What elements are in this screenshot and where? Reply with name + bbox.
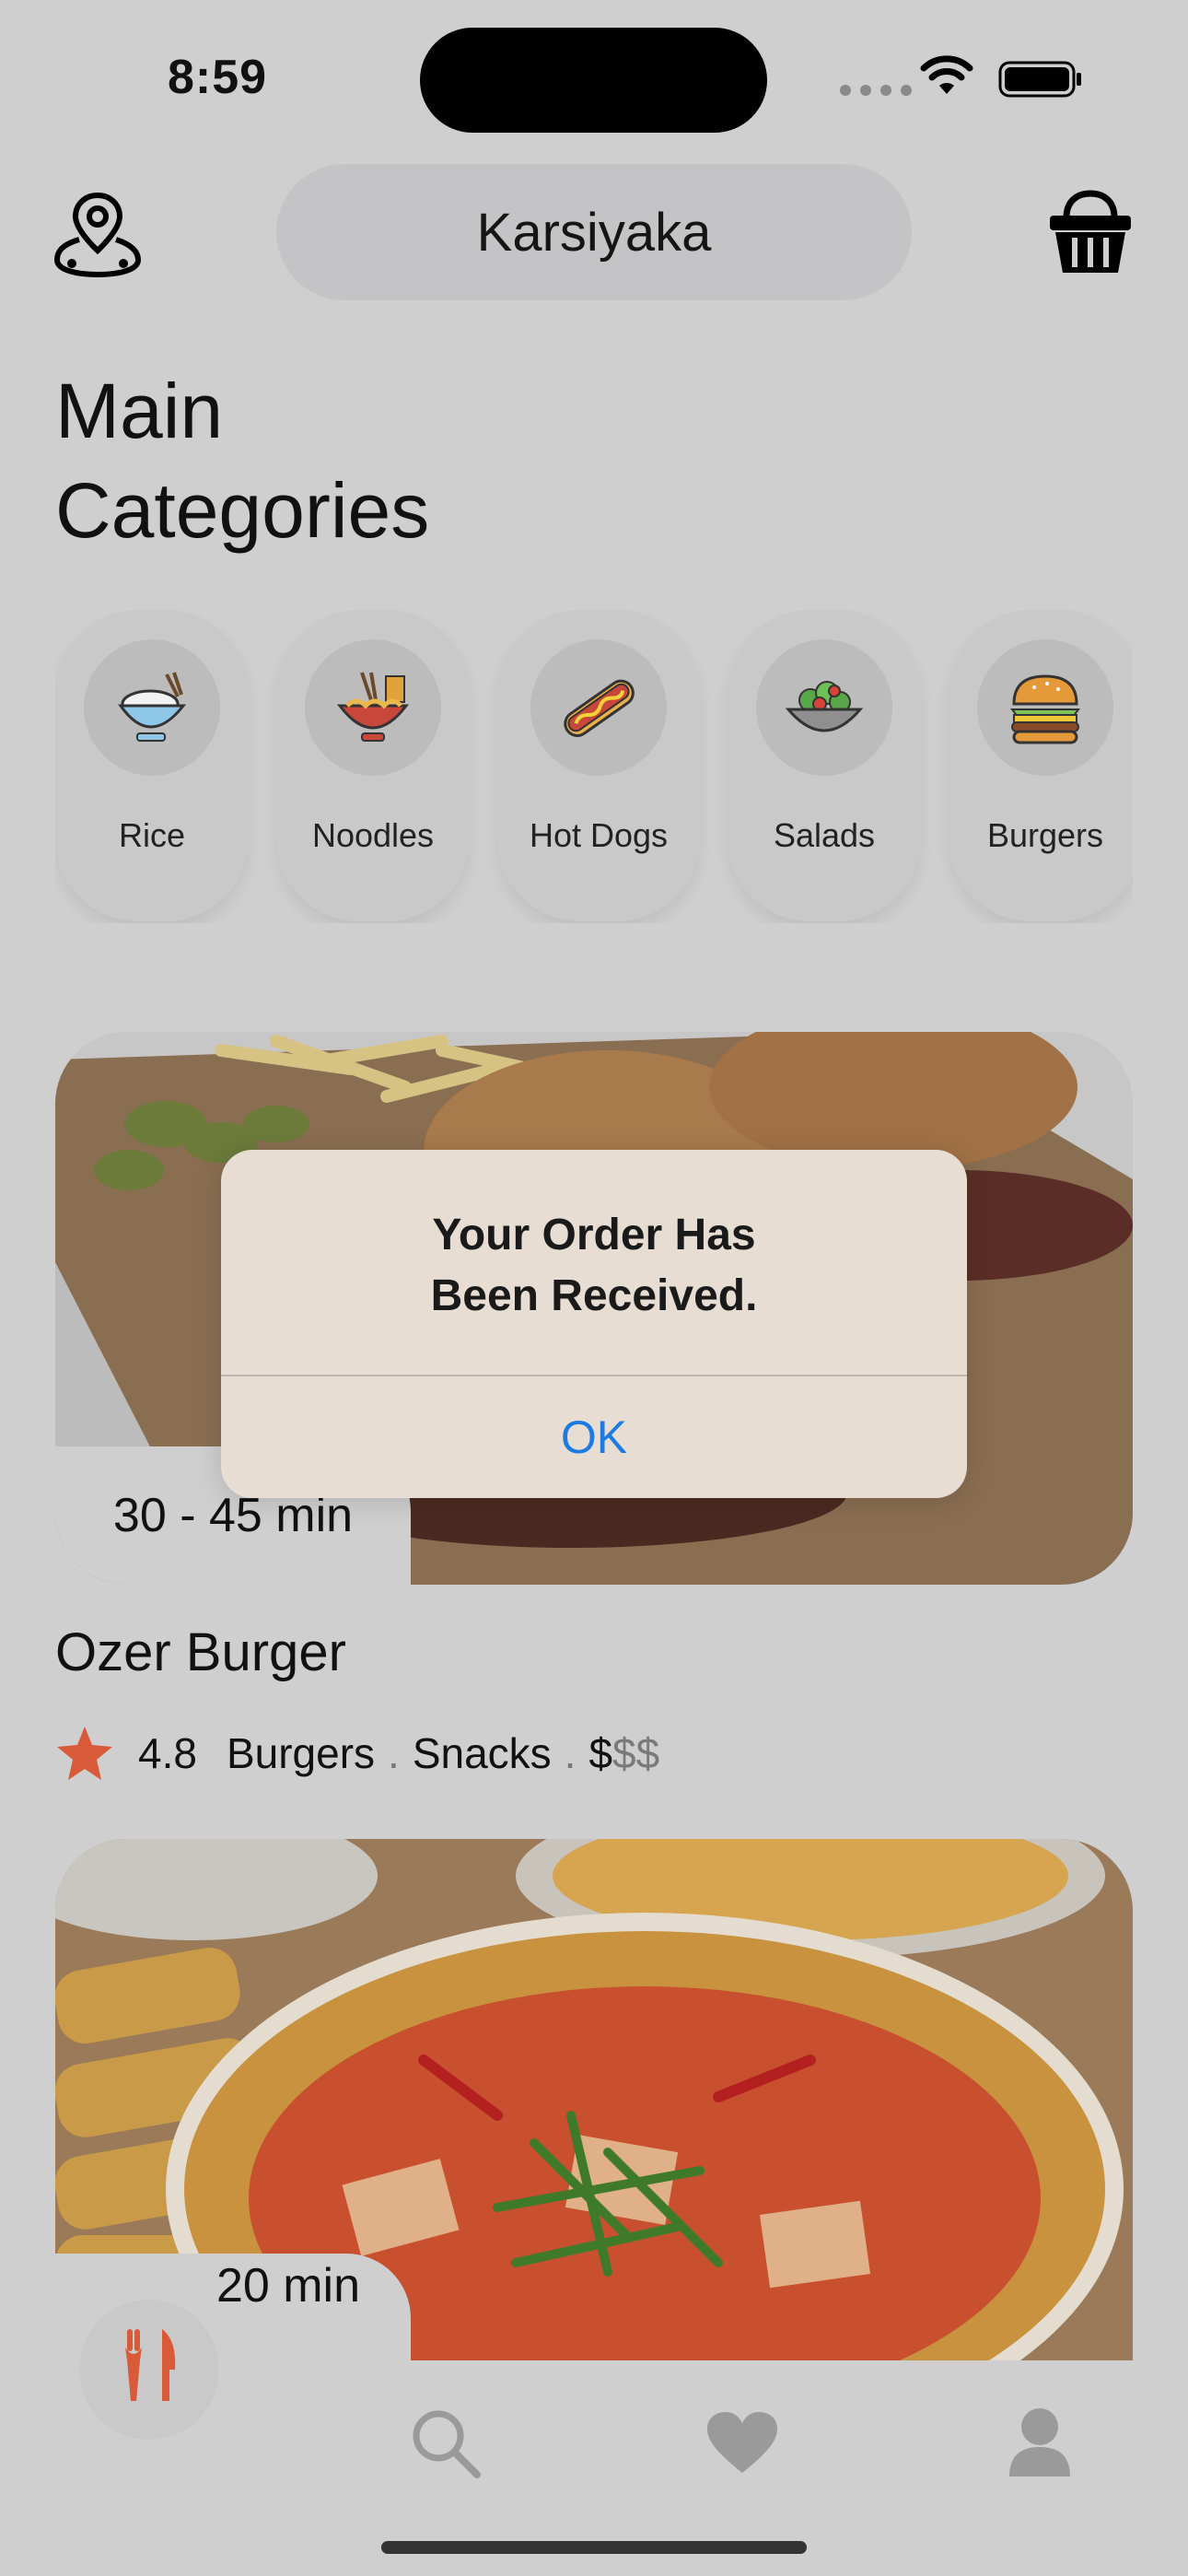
category-label: Hot Dogs [529, 816, 669, 854]
price-level-active: $ [588, 1729, 613, 1777]
page-title: Main Categories [55, 361, 429, 560]
tag-burgers: Burgers [226, 1729, 376, 1777]
rice-bowl-icon [118, 672, 187, 742]
category-label: Noodles [311, 816, 435, 854]
map-location-icon[interactable] [52, 188, 144, 280]
separator: . [564, 1729, 577, 1777]
order-received-alert: Your Order Has Been Received. OK [221, 1150, 967, 1498]
page-title-line2: Categories [55, 467, 430, 554]
category-hot-dogs[interactable]: Hot Dogs [497, 610, 700, 921]
restaurant-meta: 4.8 Burgers . Snacks . $ $$ [55, 1725, 659, 1782]
hot-dog-icon [564, 679, 635, 737]
status-time: 8:59 [168, 51, 268, 104]
alert-title: Your Order Has Been Received. [430, 1211, 758, 1320]
price-level-inactive: $$ [612, 1729, 660, 1777]
alert-ok-button[interactable]: OK [221, 1376, 967, 1498]
noodles-icon [336, 672, 410, 742]
location-selector[interactable]: Karsiyaka [276, 164, 912, 300]
restaurant-image[interactable]: 20 min [55, 1839, 1133, 2360]
category-burgers[interactable]: Burgers [949, 610, 1133, 921]
page-title-line1: Main [55, 368, 224, 454]
location-label: Karsiyaka [476, 202, 712, 263]
category-noodles[interactable]: Noodles [276, 610, 470, 921]
category-rice[interactable]: Rice [55, 610, 249, 921]
restaurant-name[interactable]: Ozer Burger [55, 1622, 346, 1683]
rating: 4.8 [138, 1729, 197, 1777]
dynamic-island [420, 28, 767, 133]
category-label: Burgers [986, 816, 1104, 854]
star-icon [57, 1727, 112, 1780]
profile-icon[interactable] [1007, 2406, 1072, 2478]
category-list[interactable]: Rice Noodles Hot Dogs Salads Burgers [55, 610, 1133, 923]
heart-icon[interactable] [705, 2410, 779, 2475]
battery-icon [998, 61, 1081, 98]
tag-snacks: Snacks [412, 1729, 552, 1777]
delivery-time: 20 min [215, 2259, 361, 2313]
burger-icon [1010, 674, 1080, 744]
separator: . [388, 1729, 400, 1777]
category-label: Rice [118, 816, 186, 854]
search-icon[interactable] [409, 2406, 483, 2480]
wifi-icon [920, 55, 973, 94]
salad-icon [785, 681, 864, 732]
cellular-signal-icon [840, 85, 912, 96]
category-label: Salads [773, 816, 876, 854]
home-indicator [381, 2541, 807, 2554]
basket-icon[interactable] [1046, 188, 1135, 276]
category-salads[interactable]: Salads [728, 610, 921, 921]
fork-knife-icon[interactable] [122, 2327, 181, 2405]
